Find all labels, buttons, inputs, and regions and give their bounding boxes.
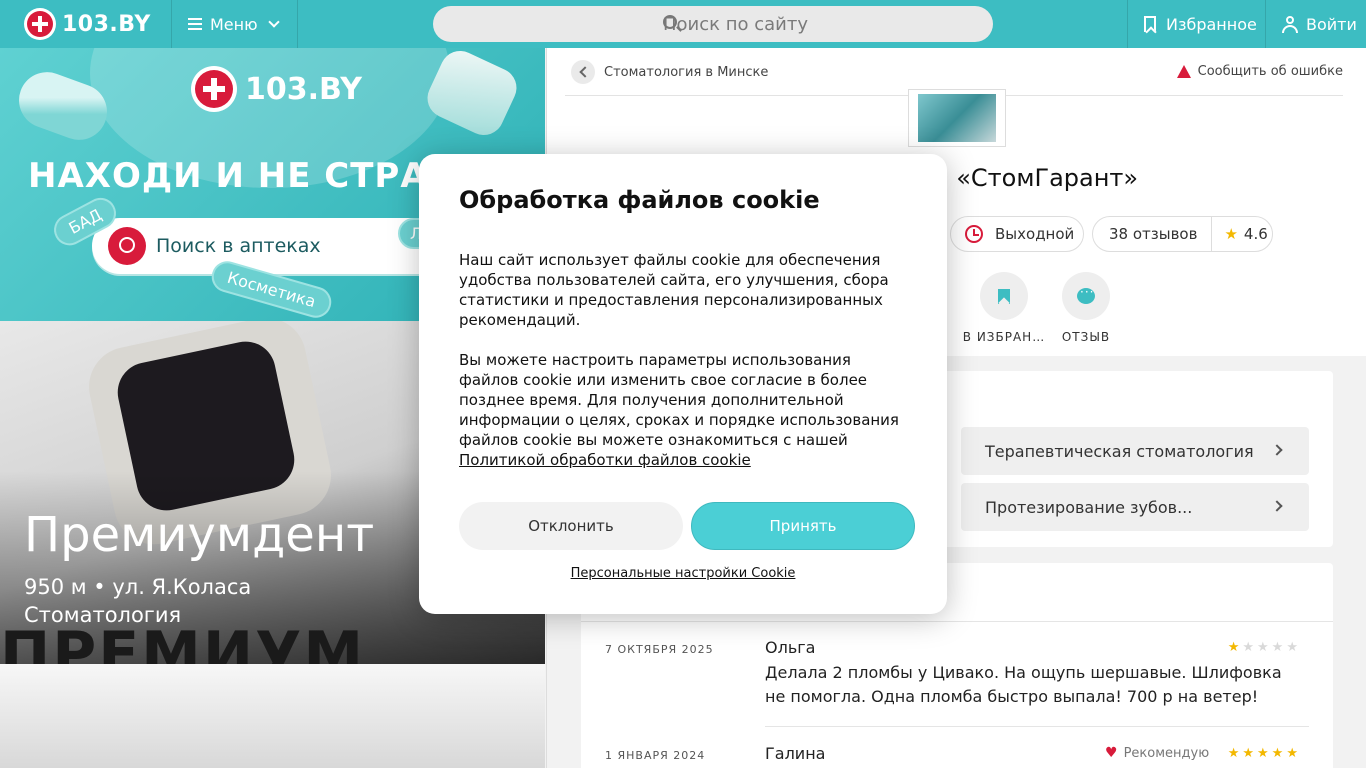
decline-button[interactable]: Отклонить: [459, 502, 683, 550]
cookie-settings-link[interactable]: Персональные настройки Cookie: [419, 566, 947, 581]
cookie-modal-title: Обработка файлов cookie: [459, 186, 820, 214]
accept-button[interactable]: Принять: [691, 502, 915, 550]
cookie-modal: Обработка файлов cookie Наш сайт использ…: [419, 154, 947, 614]
cookie-policy-link[interactable]: Политикой обработки файлов cookie: [459, 451, 751, 469]
modal-overlay: Обработка файлов cookie Наш сайт использ…: [0, 0, 1366, 768]
cookie-modal-text: Вы можете настроить параметры использова…: [459, 351, 899, 449]
cookie-modal-paragraph: Вы можете настроить параметры использова…: [459, 350, 909, 470]
cookie-modal-paragraph: Наш сайт использует файлы cookie для обе…: [459, 251, 889, 329]
